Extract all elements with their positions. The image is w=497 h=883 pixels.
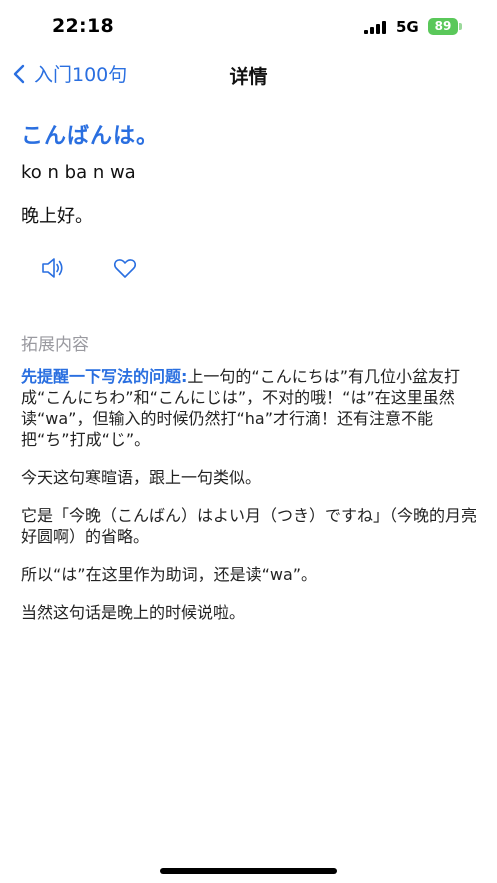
page-title: 详情 (229, 66, 268, 88)
speaker-icon[interactable] (40, 255, 66, 281)
romaji-reading: ko n ba n wa (21, 162, 136, 183)
extended-content: 先提醒一下写法的问题:上一句的“こんにちは”有几位小盆友打成“こんにちわ”和“こ… (21, 366, 477, 640)
battery-tip (459, 23, 462, 30)
status-bar: 22:18 5G 89 (0, 0, 497, 54)
content-highlight: 先提醒一下写法的问题: (21, 367, 188, 386)
battery-icon: 89 (428, 18, 458, 35)
section-title: 拓展内容 (21, 335, 89, 355)
network-type: 5G (396, 18, 419, 36)
navigation-bar: 入门100句 详情 (0, 54, 497, 92)
signal-icon (364, 21, 388, 34)
home-indicator (160, 868, 337, 874)
phrase-actions (40, 255, 160, 283)
content-paragraph: 当然这句话是晚上的时候说啦。 (21, 603, 246, 622)
content-paragraph: 它是「今晚（こんばん）はよい月（つき）ですね」（今晚的月亮好圆啊）的省略。 (21, 506, 478, 546)
content-paragraph: 今天这句寒暄语，跟上一句类似。 (21, 468, 262, 487)
content-paragraph: 所以“は”在这里作为助词，还是读“wa”。 (21, 565, 318, 584)
content-paragraph: 先提醒一下写法的问题:上一句的“こんにちは”有几位小盆友打成“こんにちわ”和“こ… (21, 366, 477, 450)
heart-icon[interactable] (112, 255, 138, 281)
status-time: 22:18 (52, 15, 114, 37)
japanese-phrase: こんばんは。 (21, 124, 160, 149)
chinese-meaning: 晚上好。 (21, 206, 93, 227)
